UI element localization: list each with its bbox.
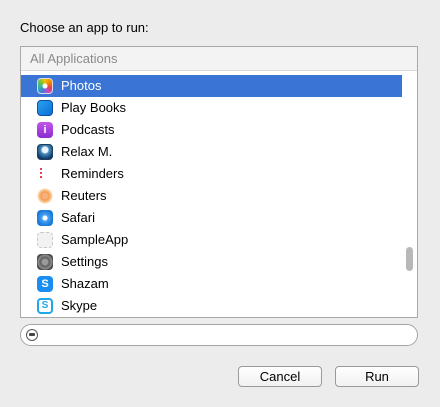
skype-icon: [37, 298, 53, 314]
list-item-label: Photos: [61, 78, 102, 93]
settings-icon: [37, 254, 53, 270]
list-item-label: Play Books: [61, 100, 127, 115]
list-scrollbar[interactable]: [402, 71, 417, 317]
list-item-label: Podcasts: [61, 122, 115, 137]
list-item-relax[interactable]: Relax M.: [21, 141, 404, 163]
search-input[interactable]: [43, 327, 403, 343]
list-item-reuters[interactable]: Reuters: [21, 185, 404, 207]
choose-app-dialog: Choose an app to run: All Applications P…: [0, 0, 440, 407]
list-header: All Applications: [21, 47, 417, 71]
podcasts-icon: [37, 122, 53, 138]
list-header-label: All Applications: [30, 51, 118, 66]
list-item-photos[interactable]: Photos: [21, 75, 404, 97]
safari-icon: [37, 210, 53, 226]
list-item-skype[interactable]: Skype: [21, 295, 404, 317]
play-books-icon: [37, 100, 53, 116]
list-item-podcasts[interactable]: Podcasts: [21, 119, 404, 141]
cancel-button[interactable]: Cancel: [238, 366, 322, 387]
sampleapp-icon: [37, 232, 53, 248]
scrollbar-thumb[interactable]: [406, 247, 413, 271]
list-item-label: Shazam: [61, 276, 109, 291]
list-item-label: SampleApp: [61, 232, 129, 247]
app-list[interactable]: All Applications Photos Play Books Podca…: [20, 46, 418, 318]
run-button[interactable]: Run: [335, 366, 419, 387]
reminders-icon: [37, 166, 53, 182]
list-item-label: Safari: [61, 210, 95, 225]
app-list-items: Photos Play Books Podcasts Relax M. Remi…: [21, 75, 404, 317]
list-item-label: Skype: [61, 298, 98, 313]
search-icon: [26, 329, 38, 341]
list-item-play-books[interactable]: Play Books: [21, 97, 404, 119]
list-item-label: Relax M.: [61, 144, 113, 159]
dialog-prompt: Choose an app to run:: [20, 20, 149, 35]
search-field[interactable]: [20, 324, 418, 346]
list-item-label: Reminders: [61, 166, 124, 181]
list-item-settings[interactable]: Settings: [21, 251, 404, 273]
list-item-shazam[interactable]: Shazam: [21, 273, 404, 295]
list-item-safari[interactable]: Safari: [21, 207, 404, 229]
photos-icon: [37, 78, 53, 94]
relax-icon: [37, 144, 53, 160]
list-item-sampleapp[interactable]: SampleApp: [21, 229, 404, 251]
list-item-label: Reuters: [61, 188, 107, 203]
shazam-icon: [37, 276, 53, 292]
reuters-icon: [37, 188, 53, 204]
list-item-reminders[interactable]: Reminders: [21, 163, 404, 185]
list-item-label: Settings: [61, 254, 108, 269]
